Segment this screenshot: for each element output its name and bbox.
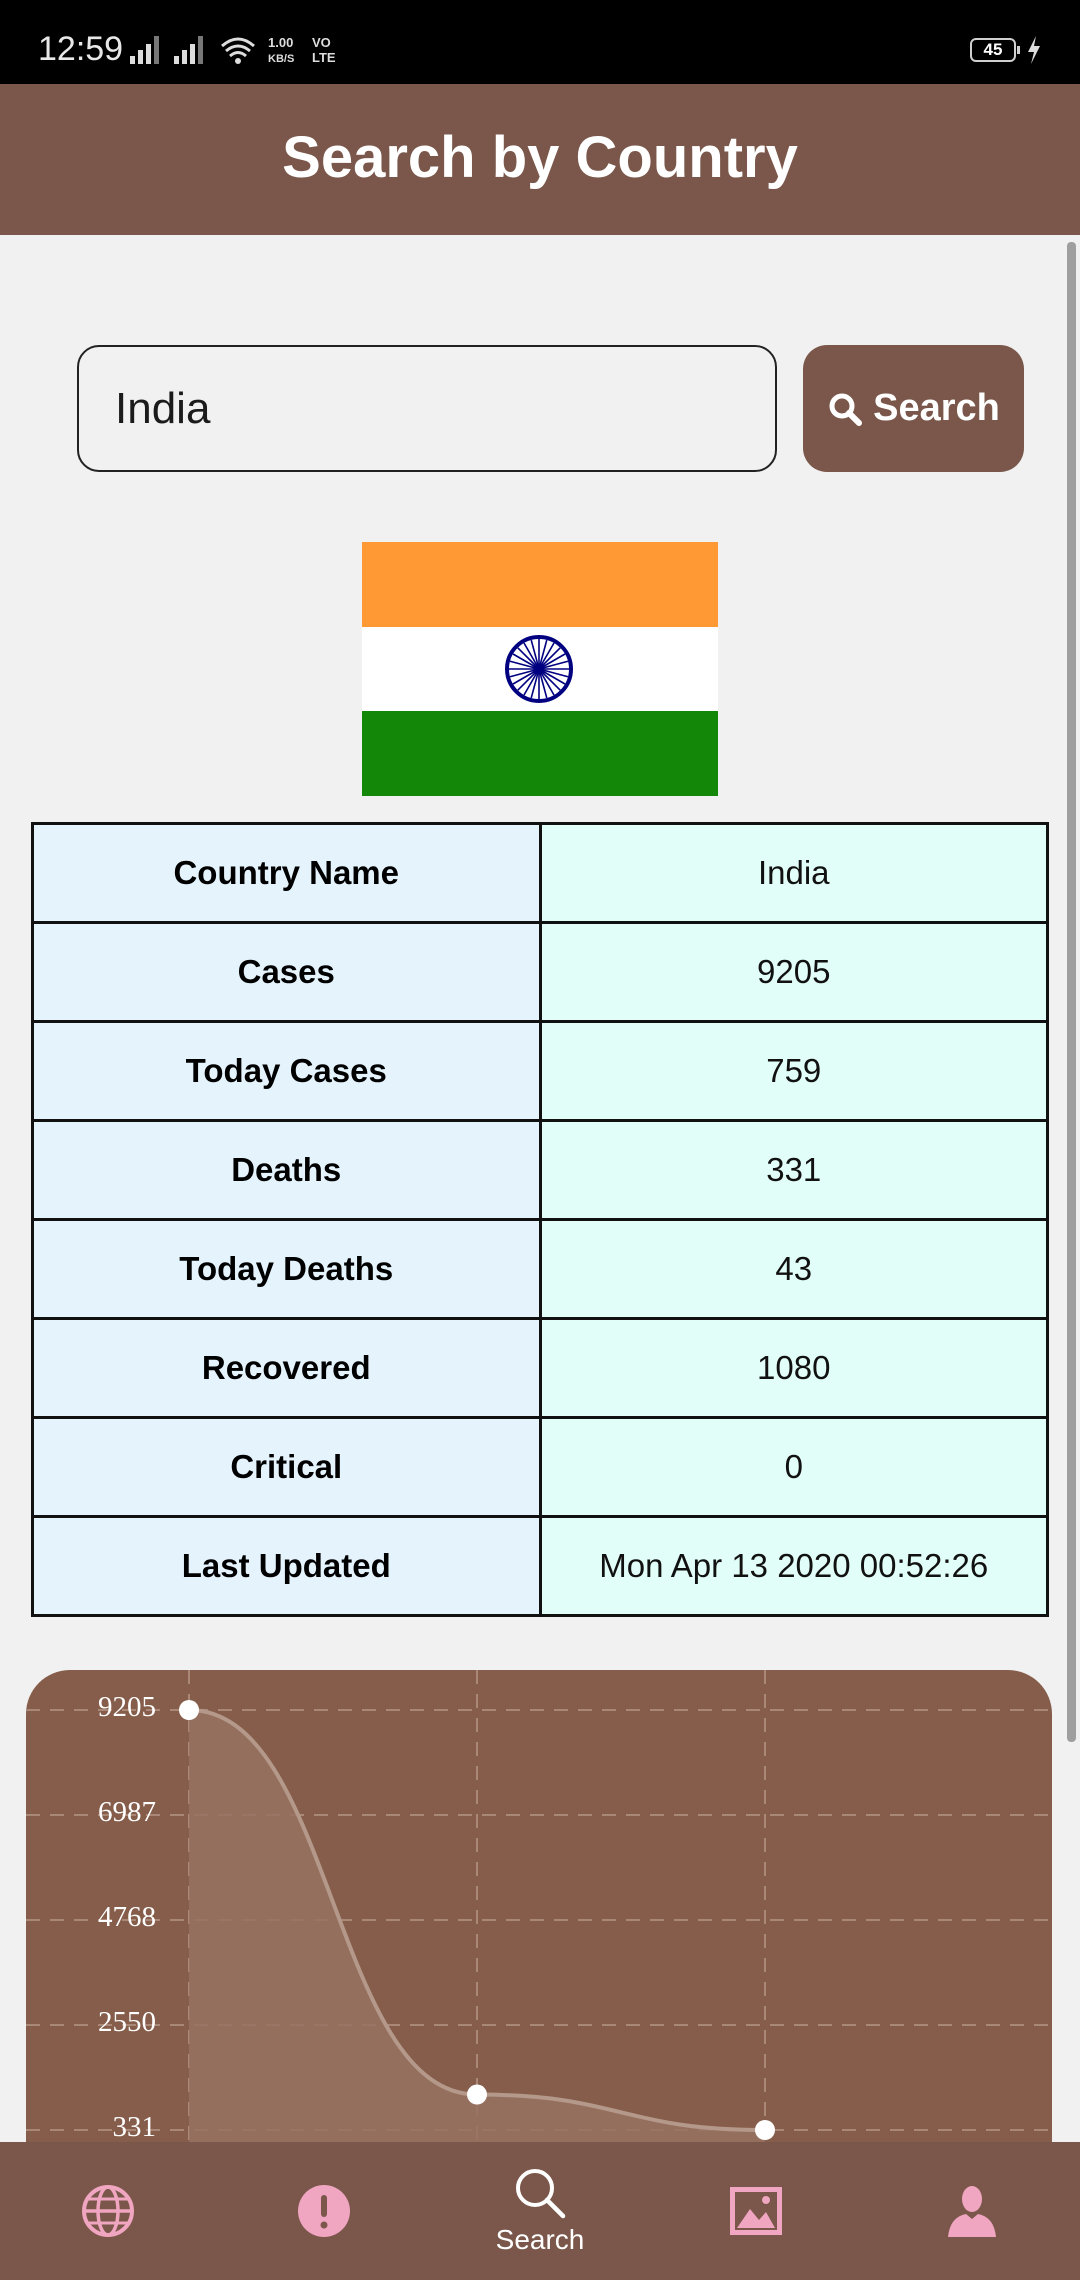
app-header: Search by Country xyxy=(0,84,1080,235)
y-tick-label: 6987 xyxy=(98,1796,156,1828)
country-search-input[interactable] xyxy=(77,345,777,472)
country-stats-table: Country Name India Cases 9205 Today Cases 759… xyxy=(31,822,1049,1617)
table-row: Country Name India xyxy=(31,822,1049,924)
stat-value: Mon Apr 13 2020 00:52:26 xyxy=(538,1515,1049,1617)
page-title: Search by Country xyxy=(282,125,798,190)
stat-label: Critical xyxy=(31,1416,542,1518)
globe-icon xyxy=(82,2185,134,2237)
stat-value: 331 xyxy=(538,1119,1049,1221)
table-row: Recovered 1080 xyxy=(31,1317,1049,1419)
status-bar: 12:59 1.00 KB/S VO LTE 45 xyxy=(0,0,1080,84)
data-point xyxy=(755,2120,775,2140)
stat-value: India xyxy=(538,822,1049,924)
data-point xyxy=(179,1700,199,1720)
svg-text:VO: VO xyxy=(312,35,331,50)
y-tick-label: 2550 xyxy=(98,2006,156,2038)
stat-label: Today Deaths xyxy=(31,1218,542,1320)
y-tick-label: 9205 xyxy=(98,1691,156,1723)
stat-value: 759 xyxy=(538,1020,1049,1122)
bottom-nav: Search xyxy=(0,2142,1080,2280)
table-row: Deaths 331 xyxy=(31,1119,1049,1221)
svg-text:KB/S: KB/S xyxy=(268,53,294,65)
scrollbar[interactable] xyxy=(1067,242,1076,1742)
svg-text:1.00: 1.00 xyxy=(268,35,293,50)
nav-item-global[interactable] xyxy=(48,2142,168,2280)
nav-item-gallery[interactable] xyxy=(696,2142,816,2280)
search-icon xyxy=(829,393,863,426)
stat-label: Cases xyxy=(31,921,542,1023)
table-row: Last Updated Mon Apr 13 2020 00:52:26 xyxy=(31,1515,1049,1617)
stat-label: Last Updated xyxy=(31,1515,542,1617)
ashoka-chakra-icon xyxy=(505,634,573,703)
alert-icon xyxy=(298,2185,350,2237)
table-row: Cases 9205 xyxy=(31,921,1049,1023)
stat-label: Country Name xyxy=(31,822,542,924)
stat-label: Recovered xyxy=(31,1317,542,1419)
battery-icon: 45 xyxy=(970,38,1020,62)
country-flag xyxy=(362,542,718,796)
cases-chart: 9205 6987 4768 2550 331 xyxy=(26,1670,1052,2190)
person-icon xyxy=(948,2186,996,2237)
status-time: 12:59 xyxy=(38,30,124,68)
charging-icon xyxy=(1028,36,1040,64)
nav-item-alerts[interactable] xyxy=(264,2142,384,2280)
table-row: Critical 0 xyxy=(31,1416,1049,1518)
stat-value: 1080 xyxy=(538,1317,1049,1419)
stat-label: Deaths xyxy=(31,1119,542,1221)
cases-chart-svg: 9205 6987 4768 2550 331 xyxy=(26,1670,1052,2190)
series-area xyxy=(189,1710,765,2190)
stat-label: Today Cases xyxy=(31,1020,542,1122)
search-button[interactable]: Search xyxy=(803,345,1024,472)
nav-item-profile[interactable] xyxy=(912,2142,1032,2280)
stat-value: 43 xyxy=(538,1218,1049,1320)
svg-text:LTE: LTE xyxy=(312,50,336,65)
table-row: Today Deaths 43 xyxy=(31,1218,1049,1320)
nav-label-search: Search xyxy=(495,2224,585,2255)
data-point xyxy=(467,2084,487,2105)
y-tick-label: 4768 xyxy=(98,1901,156,1933)
table-row: Today Cases 759 xyxy=(31,1020,1049,1122)
y-tick-label: 331 xyxy=(113,2111,157,2143)
nav-item-search[interactable]: Search xyxy=(480,2142,600,2280)
signal-icons: 1.00 KB/S VO LTE xyxy=(130,35,336,65)
search-button-label: Search xyxy=(873,387,1000,429)
search-icon xyxy=(516,2169,566,2219)
stat-value: 0 xyxy=(538,1416,1049,1518)
image-icon xyxy=(730,2187,782,2235)
stat-value: 9205 xyxy=(538,921,1049,1023)
